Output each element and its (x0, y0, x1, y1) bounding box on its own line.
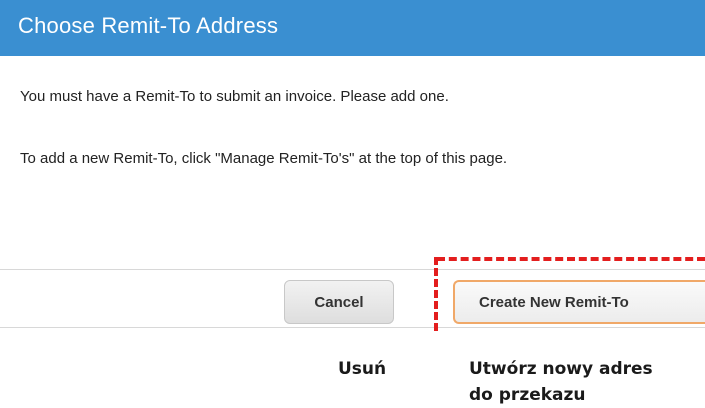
add-remit-to-instructions: To add a new Remit-To, click "Manage Rem… (20, 150, 508, 167)
create-new-remit-to-button[interactable]: Create New Remit-To (453, 280, 705, 324)
highlight-box-left-edge (434, 257, 438, 331)
dialog-title: Choose Remit-To Address (18, 13, 279, 38)
create-caption-line-2: do przekazu (469, 385, 586, 405)
required-remit-to-message: You must have a Remit-To to submit an in… (20, 88, 449, 105)
create-caption-line-1: Utwórz nowy adres (469, 359, 653, 379)
dialog-header: Choose Remit-To Address (0, 0, 705, 56)
footer-divider-bottom (0, 327, 705, 328)
highlight-box-top-edge (437, 257, 705, 261)
create-caption: Utwórz nowy adres do przekazu (469, 356, 653, 408)
footer-divider-top (0, 269, 705, 270)
cancel-button[interactable]: Cancel (284, 280, 394, 324)
cancel-caption: Usuń (338, 359, 387, 379)
